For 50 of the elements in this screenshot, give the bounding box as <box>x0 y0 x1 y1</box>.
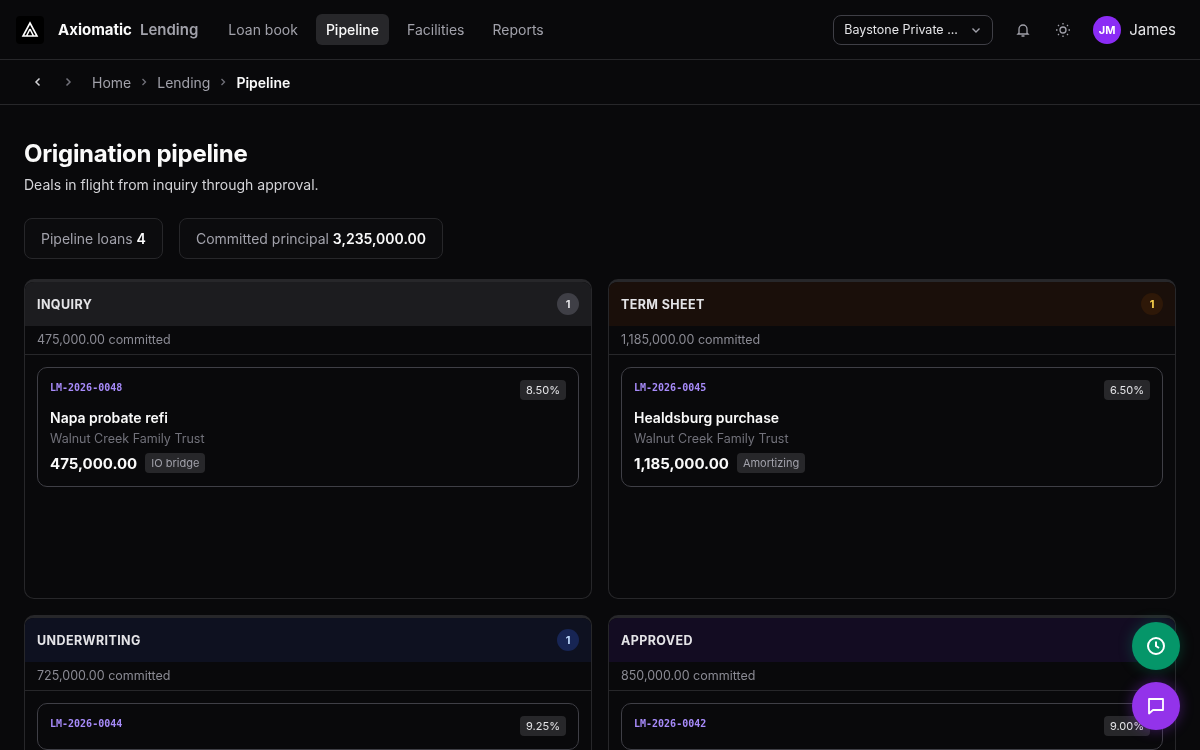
breadcrumb-link[interactable]: Home <box>92 73 132 91</box>
loan-id: LM-2026-0045 <box>634 382 707 393</box>
breadcrumb-link[interactable]: Lending <box>157 73 211 91</box>
rate-tag: 8.50% <box>520 380 566 400</box>
loan-id: LM-2026-0048 <box>50 382 123 393</box>
stat-pill: Committed principal 3,235,000.00 <box>178 218 443 259</box>
committed-total: 1,185,000.00 committed <box>609 326 1175 355</box>
borrower-name: Walnut Creek Family Trust <box>634 431 790 446</box>
loan-card[interactable]: LM-2026-0045 6.50% Healdsburg purchase Walnut Creek Family Trust 1,185,000.00 Amortizing <box>621 367 1163 487</box>
brand-suffix: Lending <box>139 20 199 39</box>
rate-tag: 9.25% <box>520 716 566 736</box>
loan-card[interactable]: LM-2026-0048 8.50% Napa probate refi Walnut Creek Family Trust 475,000.00 IO bridge <box>37 367 579 487</box>
page-subtitle: Deals in flight from inquiry through approval. <box>24 176 320 193</box>
clock-icon <box>1145 635 1167 657</box>
sun-icon[interactable] <box>1055 21 1072 38</box>
loan-card[interactable]: LM-2026-0044 9.25% <box>37 703 579 750</box>
borrower-name: Walnut Creek Family Trust <box>50 431 206 446</box>
loan-name: Napa probate refi <box>50 409 169 426</box>
column-title: UNDERWRITING <box>37 632 141 648</box>
nav-tab[interactable]: Pipeline <box>315 14 389 45</box>
nav-tab[interactable]: Facilities <box>397 14 475 45</box>
loan-amount: 475,000.00 <box>50 453 138 473</box>
loan-id: LM-2026-0042 <box>634 718 707 729</box>
loan-type-tag: IO bridge <box>145 453 206 473</box>
nav-tab[interactable]: Reports <box>482 14 554 45</box>
count-badge: 1 <box>557 629 579 651</box>
history-button[interactable] <box>1132 622 1180 670</box>
count-badge: 1 <box>557 293 579 315</box>
rate-tag: 6.50% <box>1104 380 1150 400</box>
loan-id: LM-2026-0044 <box>50 718 123 729</box>
chat-icon <box>1145 695 1167 717</box>
loan-name: Healdsburg purchase <box>634 409 781 426</box>
page-title: Origination pipeline <box>24 139 249 168</box>
column-title: TERM SHEET <box>621 296 705 312</box>
user-avatar[interactable]: JM <box>1093 15 1122 44</box>
loan-card[interactable]: LM-2026-0042 9.00% <box>621 703 1163 750</box>
logo-icon <box>16 15 44 44</box>
organization-select[interactable]: Baystone Private ... <box>833 14 994 45</box>
user-name[interactable]: James <box>1129 20 1176 39</box>
committed-total: 475,000.00 committed <box>25 326 591 355</box>
loan-amount: 1,185,000.00 <box>634 453 729 473</box>
loan-type-tag: Amortizing <box>736 453 806 473</box>
nav-tab[interactable]: Loan book <box>218 14 308 45</box>
column-title: APPROVED <box>621 632 694 648</box>
column-title: INQUIRY <box>37 296 93 312</box>
committed-total: 725,000.00 committed <box>25 662 591 691</box>
bell-icon[interactable] <box>1015 21 1032 38</box>
count-badge: 1 <box>1141 293 1163 315</box>
stat-pill: Pipeline loans 4 <box>24 218 163 259</box>
brand-name: Axiomatic <box>58 20 132 39</box>
